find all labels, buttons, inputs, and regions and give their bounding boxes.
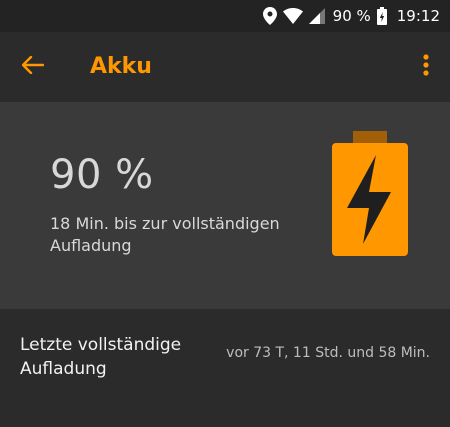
cell-signal-icon <box>308 8 325 24</box>
status-time: 19:12 <box>396 7 440 25</box>
last-full-charge-value: vor 73 T, 11 Std. und 58 Min. <box>226 345 430 361</box>
status-icons: 90 % 19:12 <box>262 0 440 32</box>
last-full-charge-label: Letzte vollständige Aufladung <box>20 335 182 379</box>
next-list-row[interactable] <box>0 404 450 427</box>
back-button[interactable] <box>18 52 48 82</box>
arrow-left-icon <box>21 55 45 78</box>
status-bar: 90 % 19:12 <box>0 0 450 32</box>
battery-charging-icon <box>376 7 387 25</box>
battery-percent: 90 % <box>50 152 154 198</box>
location-icon <box>262 7 277 25</box>
last-full-charge-row[interactable]: Letzte vollständige Aufladung vor 73 T, … <box>0 309 450 404</box>
more-vert-icon <box>423 54 429 80</box>
status-battery-percent: 90 % <box>332 7 371 25</box>
battery-charging-icon <box>332 131 408 260</box>
overflow-menu-button[interactable] <box>416 52 436 82</box>
charge-time-remaining: 18 Min. bis zur vollständigen Aufladung <box>50 214 280 255</box>
battery-summary-card: 90 % 18 Min. bis zur vollständigen Aufla… <box>0 102 450 309</box>
app-bar: Akku <box>0 32 450 102</box>
page-title: Akku <box>90 54 152 79</box>
wifi-icon <box>282 8 303 24</box>
